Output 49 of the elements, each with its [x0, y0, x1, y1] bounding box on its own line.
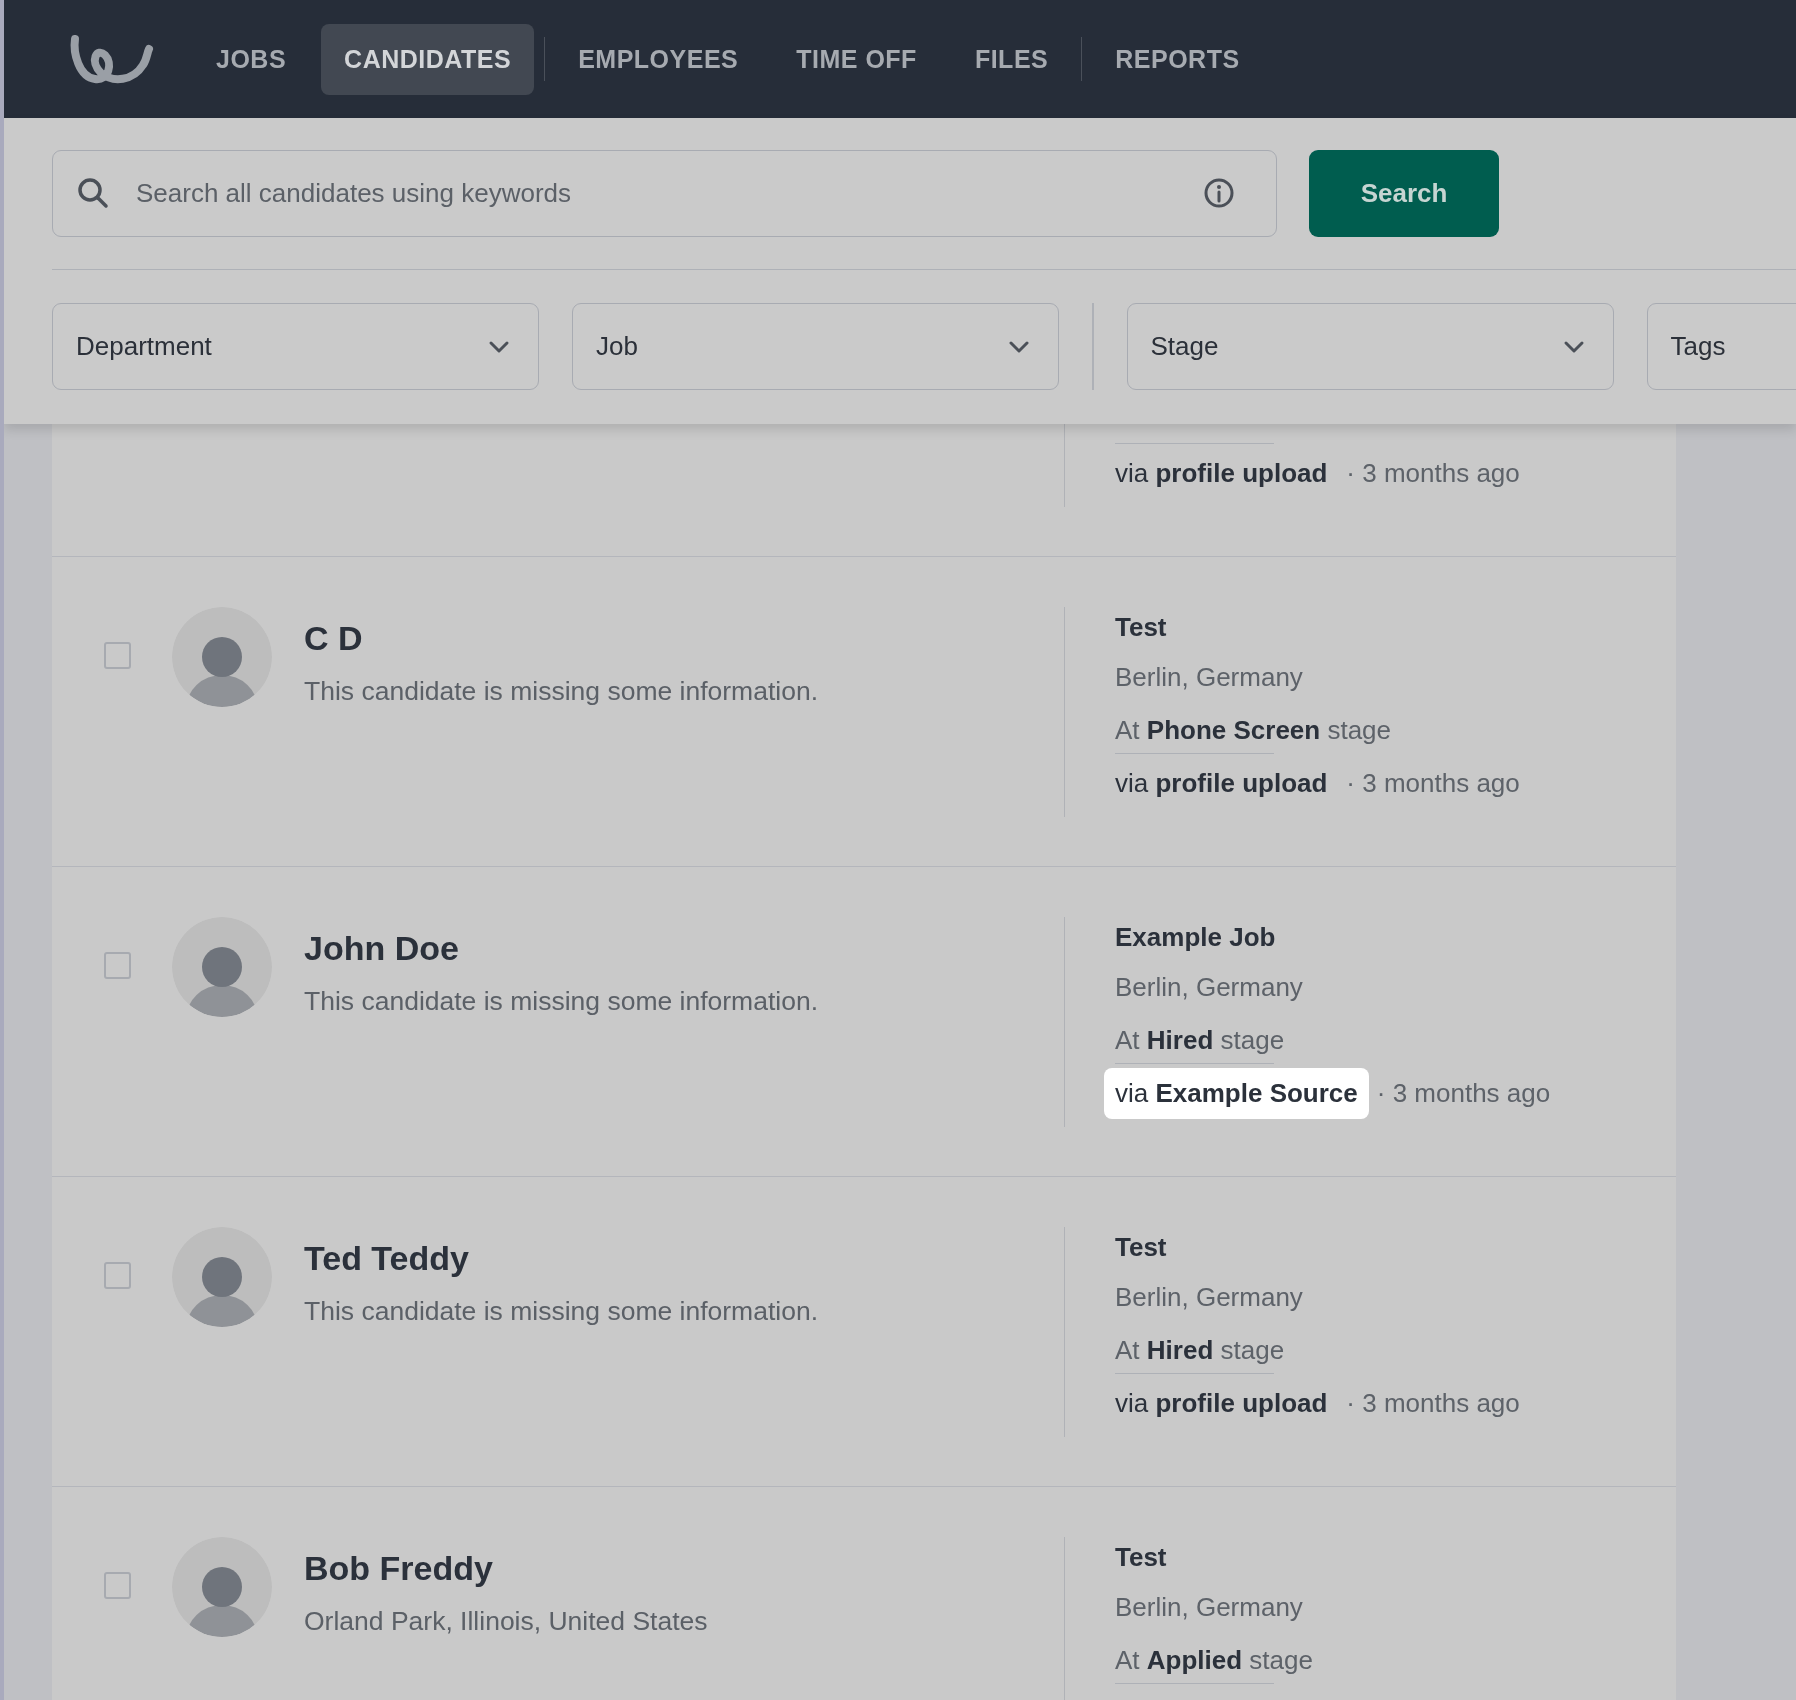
filter-dropdown[interactable]: Department: [52, 303, 539, 390]
search-button[interactable]: Search: [1309, 150, 1499, 237]
nav-tab[interactable]: JOBS: [193, 23, 310, 95]
job-location: Berlin, Germany: [1115, 1592, 1303, 1622]
candidate-name[interactable]: John Doe: [304, 929, 819, 968]
candidate-summary: This candidate is missing some information.: [304, 676, 819, 707]
candidate-summary: This candidate is missing some information.: [304, 1296, 819, 1327]
filter-dropdown[interactable]: Job: [572, 303, 1059, 390]
source-text: via Example Source: [1104, 1068, 1369, 1119]
source-text: via profile upload: [1114, 767, 1329, 800]
nav-tab[interactable]: FILES: [951, 23, 1072, 95]
filter-dropdown[interactable]: Stage: [1126, 303, 1614, 390]
search-field[interactable]: Search all candidates using keywords: [52, 150, 1277, 237]
job-location: Berlin, Germany: [1115, 972, 1303, 1002]
time-text: · 3 months ago: [1346, 768, 1520, 799]
checkbox[interactable]: [104, 1262, 131, 1289]
checkbox[interactable]: [104, 642, 131, 669]
time-text: · 3 months ago: [1346, 458, 1520, 489]
job-location: Berlin, Germany: [1115, 662, 1303, 692]
stage-text: At Hired stage: [1115, 1335, 1285, 1365]
search-icon: [77, 177, 109, 209]
job-location: Berlin, Germany: [1115, 1282, 1303, 1312]
nav-tab[interactable]: REPORTS: [1092, 23, 1263, 95]
nav-tab[interactable]: EMPLOYEES: [555, 23, 762, 95]
chevron-down-icon: [1562, 339, 1585, 354]
candidate-summary: This candidate is missing some information.: [304, 986, 819, 1017]
nav-tab[interactable]: CANDIDATES: [321, 23, 535, 95]
job-title: Test: [1115, 612, 1167, 642]
chevron-down-icon: [488, 339, 510, 354]
job-title: Test: [1115, 1542, 1167, 1572]
candidate-name[interactable]: Ted Teddy: [304, 1239, 819, 1278]
stage-text: At Hired stage: [1115, 1025, 1285, 1055]
stage-text: At Phone Screen stage: [1115, 715, 1392, 745]
source-text: via profile upload: [1114, 457, 1329, 490]
chevron-down-icon: [1008, 339, 1030, 354]
source-text: via profile upload: [1114, 1387, 1329, 1420]
filter-dropdown[interactable]: Tags: [1646, 303, 1796, 390]
stage-text: At Applied stage: [1115, 1645, 1313, 1675]
info-icon[interactable]: [1203, 177, 1235, 209]
job-title: Test: [1115, 1232, 1167, 1262]
nav-tab[interactable]: TIME OFF: [773, 23, 940, 95]
time-text: · 3 months ago: [1376, 1078, 1551, 1109]
checkbox[interactable]: [104, 1572, 131, 1599]
time-text: · 3 months ago: [1346, 1388, 1520, 1419]
candidate-name[interactable]: C D: [304, 619, 819, 658]
candidate-summary: Orland Park, Illinois, United States: [304, 1606, 708, 1637]
job-title: Example Job: [1115, 922, 1276, 952]
candidate-name[interactable]: Bob Freddy: [304, 1549, 708, 1588]
checkbox[interactable]: [104, 952, 131, 979]
